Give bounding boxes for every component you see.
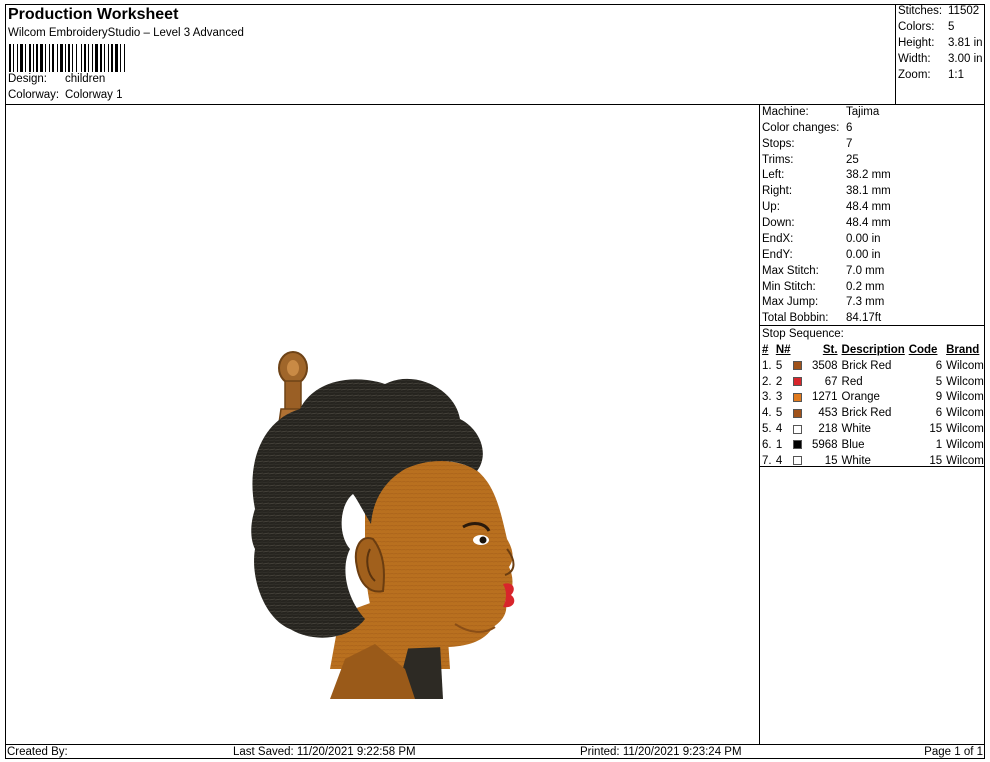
row-code: 1 <box>935 438 943 451</box>
col-header-code: Code <box>908 344 938 356</box>
info-color-changes: Color changes: 6 <box>762 122 853 134</box>
info-up: Up: 48.4 mm <box>762 201 891 213</box>
row-stitches: 67 <box>824 375 838 388</box>
color-swatch <box>792 377 802 387</box>
stop-sequence-title: Stop Sequence: <box>762 328 844 340</box>
row-stitches: 1271 <box>811 391 838 404</box>
row-stitches: 5968 <box>811 438 838 451</box>
row-code: 5 <box>935 375 943 388</box>
worksheet-header: Production Worksheet Wilcom EmbroiderySt… <box>5 4 896 105</box>
design-preview-area <box>5 104 760 744</box>
row-brand: Wilcom <box>946 407 984 420</box>
row-index: 4. <box>762 407 772 420</box>
row-stitches: 453 <box>818 407 838 420</box>
design-label: Design: <box>8 73 47 85</box>
row-brand: Wilcom <box>946 391 984 404</box>
info-min-stitch: Min Stitch: 0.2 mm <box>762 281 885 293</box>
stop-sequence-table: # N# St. Description Code Brand 1. 5 3508 B… <box>762 342 985 469</box>
col-header-description: Description <box>841 344 905 356</box>
color-swatch <box>792 424 802 434</box>
col-header-needle: N# <box>775 344 791 356</box>
barcode <box>9 44 125 72</box>
info-down: Down: 48.4 mm <box>762 217 891 229</box>
colorway-label: Colorway: <box>8 89 60 101</box>
printed-date: Printed: 11/20/2021 9:23:24 PM <box>580 746 742 758</box>
row-description: Brick Red <box>841 359 892 372</box>
col-header-brand: Brand <box>946 344 980 356</box>
info-stops: Stops: 7 <box>762 138 853 150</box>
table-row: 5. 4 218 White 15 Wilcom <box>762 421 985 437</box>
info-endy: EndY: 0.00 in <box>762 249 881 261</box>
info-panel: Machine: Tajima Color changes: 6 Stops: 7 T… <box>760 104 985 744</box>
row-needle: 2 <box>775 375 783 388</box>
embroidery-design-image <box>251 351 515 699</box>
row-code: 6 <box>935 407 943 420</box>
info-right: Right: 38.1 mm <box>762 185 891 197</box>
color-swatch <box>792 408 802 418</box>
info-max-stitch: Max Stitch: 7.0 mm <box>762 265 885 277</box>
row-code: 6 <box>935 359 943 372</box>
color-swatch <box>792 392 802 402</box>
row-index: 3. <box>762 391 772 404</box>
stat-colors: Colors: 5 <box>898 21 955 33</box>
row-code: 15 <box>929 423 943 436</box>
row-index: 5. <box>762 423 772 436</box>
info-endx: EndX: 0.00 in <box>762 233 881 245</box>
row-index: 6. <box>762 438 772 451</box>
table-row: 1. 5 3508 Brick Red 6 Wilcom <box>762 358 985 374</box>
col-header-stitches: St. <box>822 344 838 356</box>
stat-height: Height: 3.81 in <box>898 37 983 49</box>
row-code: 9 <box>935 391 943 404</box>
row-stitches: 3508 <box>811 359 838 372</box>
table-row: 4. 5 453 Brick Red 6 Wilcom <box>762 405 985 421</box>
page-title: Production Worksheet <box>8 6 179 23</box>
row-description: Brick Red <box>841 407 892 420</box>
design-stats: Stitches: 11502 Colors: 5 Height: 3.81 in W… <box>895 4 985 105</box>
row-description: White <box>841 423 871 436</box>
row-brand: Wilcom <box>946 359 984 372</box>
row-needle: 1 <box>775 438 783 451</box>
info-total-bobbin: Total Bobbin: 84.17ft <box>762 312 882 324</box>
info-machine: Machine: Tajima <box>762 106 880 118</box>
table-row: 2. 2 67 Red 5 Wilcom <box>762 374 985 390</box>
stat-stitches: Stitches: 11502 <box>898 5 980 17</box>
row-brand: Wilcom <box>946 438 984 451</box>
divider <box>760 466 985 467</box>
last-saved: Last Saved: 11/20/2021 9:22:58 PM <box>233 746 416 758</box>
design-value: children <box>65 73 106 85</box>
design-row: Design: children <box>8 73 105 85</box>
worksheet-footer: Created By: Last Saved: 11/20/2021 9:22:… <box>5 744 985 759</box>
row-brand: Wilcom <box>946 423 984 436</box>
row-needle: 3 <box>775 391 783 404</box>
table-header-row: # N# St. Description Code Brand <box>762 342 985 358</box>
created-by: Created By: <box>7 746 68 758</box>
page-number: Page 1 of 1 <box>924 746 983 758</box>
info-trims: Trims: 25 <box>762 154 859 166</box>
row-needle: 5 <box>775 359 783 372</box>
row-stitches: 218 <box>818 423 838 436</box>
row-needle: 4 <box>775 423 783 436</box>
software-subtitle: Wilcom EmbroideryStudio – Level 3 Advanc… <box>8 27 244 39</box>
color-swatch <box>792 440 802 450</box>
row-brand: Wilcom <box>946 375 984 388</box>
row-description: Orange <box>841 391 880 404</box>
colorway-value: Colorway 1 <box>65 89 123 101</box>
row-index: 1. <box>762 359 772 372</box>
color-swatch <box>792 361 802 371</box>
row-description: Blue <box>841 438 865 451</box>
colorway-row: Colorway: Colorway 1 <box>8 89 123 101</box>
table-row: 3. 3 1271 Orange 9 Wilcom <box>762 390 985 406</box>
row-needle: 5 <box>775 407 783 420</box>
stat-width: Width: 3.00 in <box>898 53 983 65</box>
info-left: Left: 38.2 mm <box>762 169 891 181</box>
table-row: 6. 1 5968 Blue 1 Wilcom <box>762 437 985 453</box>
info-max-jump: Max Jump: 7.3 mm <box>762 296 885 308</box>
row-index: 2. <box>762 375 772 388</box>
stat-zoom: Zoom: 1:1 <box>898 69 964 81</box>
row-description: Red <box>841 375 863 388</box>
col-header-index: # <box>762 344 769 356</box>
color-swatch <box>792 456 802 466</box>
